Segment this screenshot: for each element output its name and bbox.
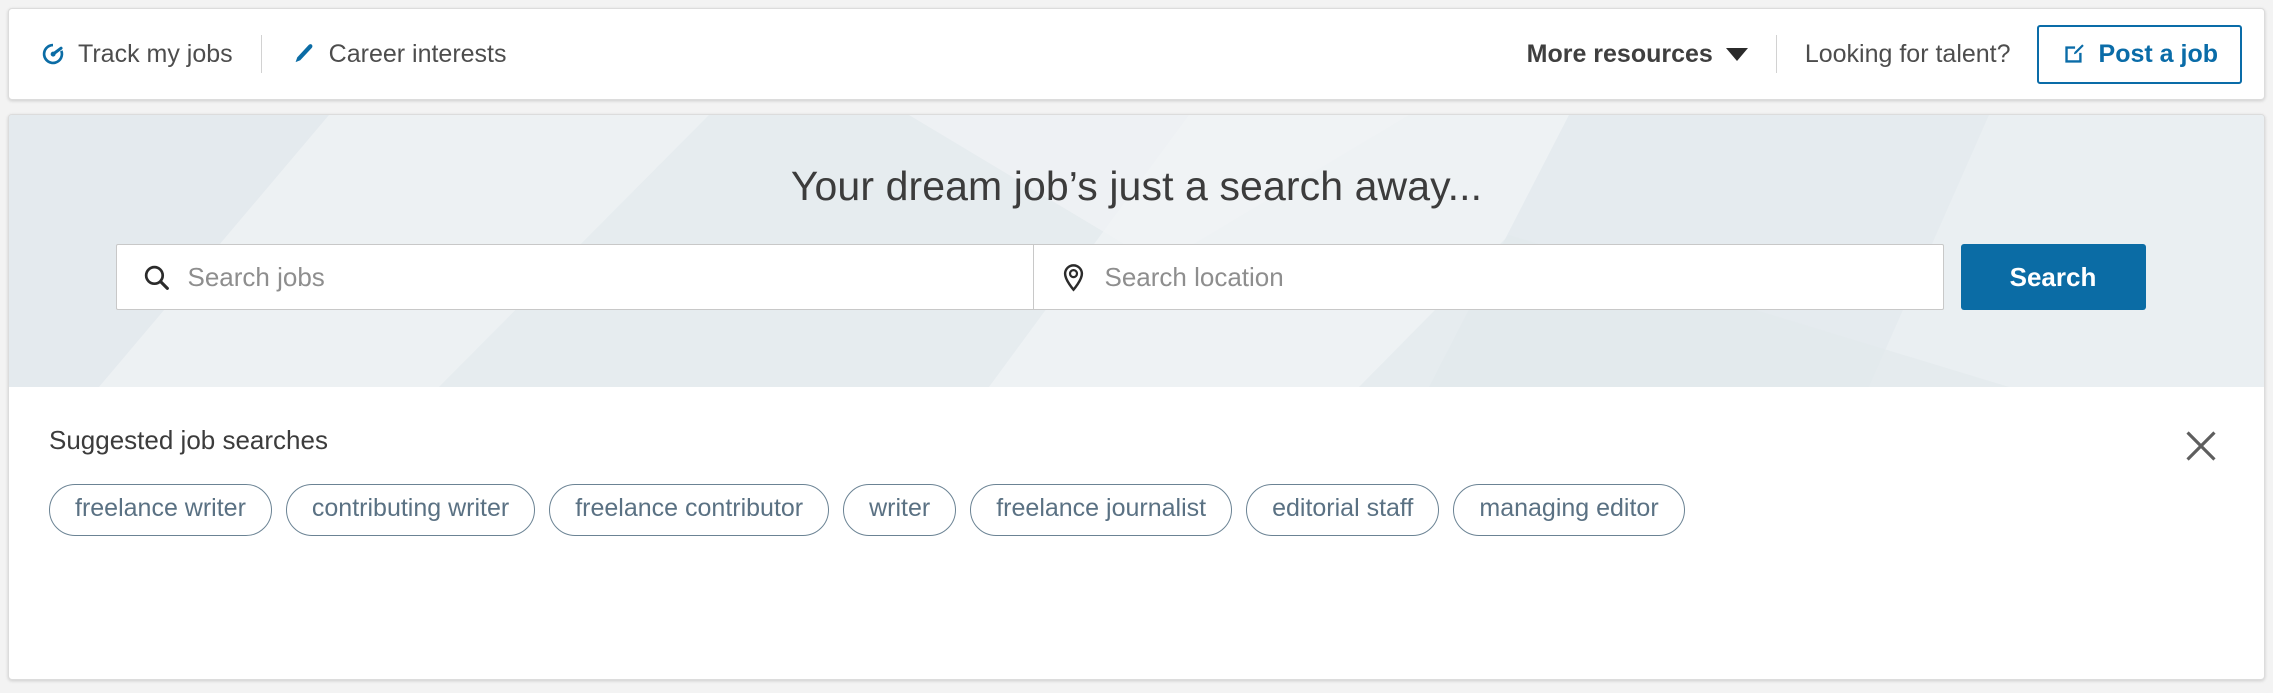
search-form: Search jobs Search location Search <box>115 244 2158 310</box>
suggested-chip[interactable]: freelance journalist <box>970 484 1233 536</box>
suggested-chip[interactable]: managing editor <box>1453 484 1685 536</box>
pencil-icon <box>290 40 318 68</box>
location-search-placeholder: Search location <box>1104 261 1284 292</box>
suggested-chip[interactable]: editorial staff <box>1246 484 1440 536</box>
job-search-placeholder: Search jobs <box>187 261 325 292</box>
looking-for-talent-link[interactable]: Looking for talent? <box>1805 40 2011 69</box>
more-resources-dropdown[interactable]: More resources <box>1527 40 1748 69</box>
more-resources-label: More resources <box>1526 39 1713 68</box>
page-root: Track my jobs Career interests More reso… <box>0 0 2273 693</box>
top-navigation-bar: Track my jobs Career interests More reso… <box>8 8 2265 100</box>
nav-career-interests[interactable]: Career interests <box>290 40 507 69</box>
suggested-chip[interactable]: writer <box>843 484 957 536</box>
hero-search-section: Your dream job’s just a search away... S… <box>9 115 2264 387</box>
suggested-chip[interactable]: contributing writer <box>285 484 536 536</box>
job-search-field[interactable]: Search jobs <box>115 244 1034 310</box>
suggested-search-chip-list: freelance writer contributing writer fre… <box>49 484 2224 536</box>
suggested-searches-section: Suggested job searches freelance writer … <box>9 387 2264 536</box>
location-search-field[interactable]: Search location <box>1033 244 1944 310</box>
header-left-group: Track my jobs Career interests <box>39 35 507 73</box>
search-submit-button[interactable]: Search <box>1960 244 2146 310</box>
close-icon <box>2181 426 2221 466</box>
search-panel-card: Your dream job’s just a search away... S… <box>8 114 2265 680</box>
post-a-job-label: Post a job <box>2098 39 2218 68</box>
search-icon <box>141 262 172 293</box>
header-divider-2 <box>1775 35 1777 73</box>
hero-content: Your dream job’s just a search away... S… <box>9 115 2264 387</box>
suggested-searches-title: Suggested job searches <box>49 425 328 455</box>
header-divider-1 <box>260 35 262 73</box>
chevron-down-icon <box>1725 47 1748 61</box>
header-right-group: More resources Looking for talent? Post … <box>1527 24 2242 84</box>
location-pin-icon <box>1058 262 1089 293</box>
nav-track-my-jobs[interactable]: Track my jobs <box>39 40 233 69</box>
post-a-job-button[interactable]: Post a job <box>2036 24 2242 84</box>
nav-career-interests-label: Career interests <box>328 39 507 68</box>
close-suggestions-button[interactable] <box>2178 423 2224 469</box>
suggested-chip[interactable]: freelance writer <box>49 484 272 536</box>
page-title: Your dream job’s just a search away... <box>790 163 1483 209</box>
nav-track-my-jobs-label: Track my jobs <box>78 39 233 68</box>
suggested-chip[interactable]: freelance contributor <box>549 484 830 536</box>
compose-icon <box>2061 41 2087 67</box>
gauge-icon <box>39 40 67 68</box>
